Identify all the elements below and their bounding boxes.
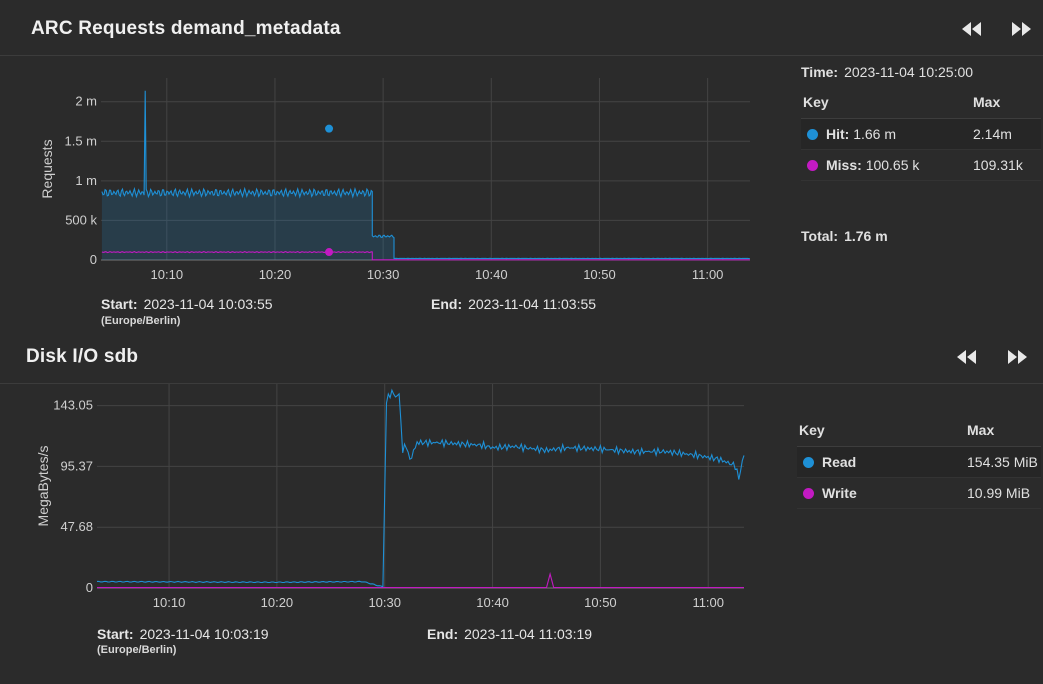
y-tick-label: 47.68 (60, 519, 93, 534)
x-tick-label: 10:40 (476, 595, 509, 610)
start-value: 2023-11-04 10:03:19 (139, 626, 269, 642)
max-header: Max (971, 92, 1041, 119)
series-area-hit (101, 90, 750, 260)
write-max: 10.99 MiB (965, 477, 1041, 509)
end-value: 2023-11-04 11:03:19 (464, 626, 593, 642)
hit-color-dot (807, 129, 818, 140)
total-value: 1.76 m (844, 228, 888, 244)
legend-row-read[interactable]: Read 154.35 MiB (797, 446, 1041, 478)
max-header: Max (965, 420, 1041, 447)
y-tick-label: 500 k (65, 212, 97, 227)
arc-requests-card: ARC Requests demand_metadata 10:10 10:20 1… (0, 0, 1043, 340)
x-tick-label: 10:50 (583, 267, 616, 282)
legend-key-cell: Write (797, 477, 965, 509)
hit-name: Hit: (826, 126, 850, 142)
card-header: Disk I/O sdb (0, 328, 1043, 384)
y-tick-label: 1.5 m (64, 133, 97, 148)
write-name: Write (822, 485, 857, 501)
grid (97, 384, 744, 589)
rewind-icon[interactable] (956, 346, 978, 368)
card-header: ARC Requests demand_metadata (0, 0, 1043, 56)
end-label: End: (431, 296, 463, 312)
legend-total: Total: 1.76 m (801, 228, 888, 244)
x-tick-label: 10:10 (151, 267, 184, 282)
hit-value: 1.66 m (853, 126, 897, 142)
end-value: 2023-11-04 11:03:55 (468, 296, 597, 312)
y-tick-label: 2 m (75, 94, 97, 109)
legend-key-cell: Hit: 1.66 m (801, 118, 971, 150)
end-range: End: 2023-11-04 11:03:19 (427, 626, 592, 642)
y-tick-label: 143.05 (53, 398, 93, 413)
total-label: Total: (801, 228, 839, 244)
timezone-label: (Europe/Berlin) (97, 644, 177, 656)
x-tick-label: 10:20 (261, 595, 294, 610)
card-title: ARC Requests demand_metadata (31, 18, 341, 39)
start-range: Start: 2023-11-04 10:03:19 (97, 626, 269, 642)
legend-row-hit[interactable]: Hit: 1.66 m 2.14m (801, 118, 1041, 150)
legend-table: Key Max Hit: 1.66 m 2.14m Miss: 100.65 k… (801, 92, 1041, 181)
x-tick-label: 10:10 (153, 595, 186, 610)
y-tick-label: 0 (86, 580, 93, 595)
highlight-point-miss (325, 248, 334, 257)
timezone-label: (Europe/Berlin) (101, 315, 181, 327)
read-max: 154.35 MiB (965, 446, 1041, 478)
hit-max: 2.14m (971, 118, 1041, 150)
highlight-point-hit (325, 124, 334, 133)
start-label: Start: (97, 626, 134, 642)
x-tick-label: 10:30 (368, 595, 401, 610)
arc-legend: Time: 2023-11-04 10:25:00 Key Max Hit: 1.… (801, 64, 1041, 264)
end-range: End: 2023-11-04 11:03:55 (431, 296, 596, 312)
y-tick-label: 0 (90, 252, 97, 267)
miss-name: Miss: (826, 157, 862, 173)
legend-row-miss[interactable]: Miss: 100.65 k 109.31k (801, 149, 1041, 181)
legend-table: Key Max Read 154.35 MiB Write 10.99 MiB (797, 420, 1041, 509)
fast-forward-icon[interactable] (1010, 18, 1032, 40)
x-tick-label: 10:30 (367, 267, 400, 282)
y-tick-label: 1 m (75, 173, 97, 188)
start-range: Start: 2023-11-04 10:03:55 (101, 296, 273, 312)
time-value: 2023-11-04 10:25:00 (844, 64, 974, 80)
legend-header: Key Max (801, 92, 1041, 119)
y-axis-label: Requests (39, 139, 55, 198)
legend-key-cell: Read (797, 446, 965, 478)
x-tick-label: 10:50 (584, 595, 617, 610)
start-label: Start: (101, 296, 138, 312)
legend-row-write[interactable]: Write 10.99 MiB (797, 477, 1041, 509)
rewind-icon[interactable] (961, 18, 983, 40)
x-tick-label: 11:00 (692, 267, 724, 282)
write-color-dot (803, 488, 814, 499)
end-label: End: (427, 626, 459, 642)
y-axis-label: MegaBytes/s (35, 446, 51, 527)
disk-io-card: Disk I/O sdb 10:10 10:20 10:30 10:40 10:50 11… (0, 328, 1043, 656)
miss-max: 109.31k (971, 149, 1041, 181)
read-color-dot (803, 457, 814, 468)
miss-color-dot (807, 160, 818, 171)
series-line-write[interactable] (97, 571, 744, 589)
fast-forward-icon[interactable] (1006, 346, 1028, 368)
key-header: Key (801, 92, 971, 119)
key-header: Key (797, 420, 965, 447)
time-label: Time: (801, 64, 839, 80)
legend-time: Time: 2023-11-04 10:25:00 (801, 64, 973, 80)
start-value: 2023-11-04 10:03:55 (143, 296, 273, 312)
legend-key-cell: Miss: 100.65 k (801, 149, 971, 181)
read-name: Read (822, 454, 857, 470)
x-tick-label: 10:40 (475, 267, 508, 282)
legend-header: Key Max (797, 420, 1041, 447)
x-tick-label: 11:00 (692, 595, 724, 610)
series-line-read[interactable] (97, 388, 745, 588)
x-tick-label: 10:20 (259, 267, 292, 282)
miss-value: 100.65 k (865, 157, 920, 173)
card-title: Disk I/O sdb (26, 346, 139, 367)
y-tick-label: 95.37 (60, 458, 93, 473)
disk-legend: Key Max Read 154.35 MiB Write 10.99 MiB (797, 420, 1041, 510)
